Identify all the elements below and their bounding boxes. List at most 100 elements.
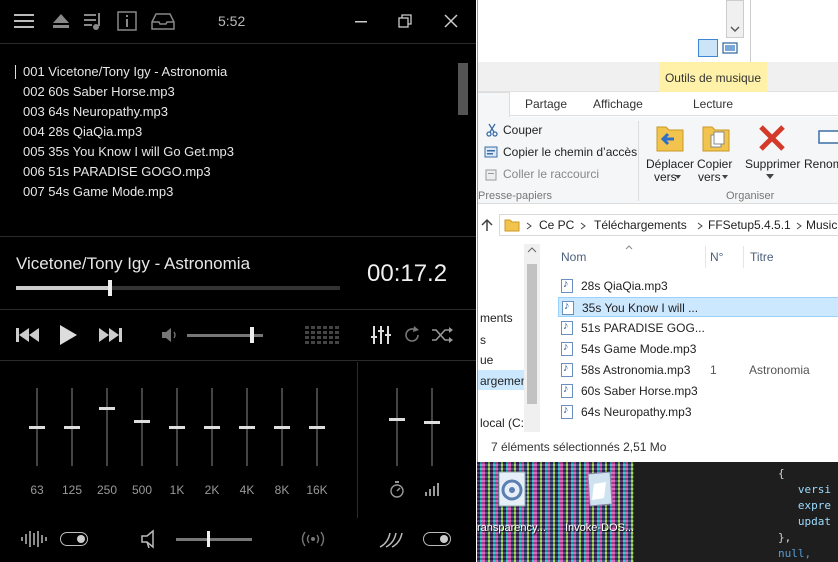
- speaker-icon[interactable]: [140, 529, 162, 549]
- tab-share[interactable]: Partage: [525, 97, 567, 111]
- eq-slider[interactable]: [307, 388, 327, 466]
- move-to-button-line2[interactable]: vers: [654, 170, 677, 184]
- restore-icon[interactable]: [394, 10, 416, 32]
- nav-item-local-disk[interactable]: local (C:: [480, 416, 524, 430]
- volume-icon[interactable]: [160, 326, 180, 344]
- chevron-right-icon[interactable]: [796, 222, 802, 230]
- playlist-item[interactable]: 006 51s PARADISE GOGO.mp3: [23, 164, 211, 179]
- eq-slider-thumb[interactable]: [99, 406, 115, 410]
- details-view-icon[interactable]: [698, 39, 718, 57]
- hamburger-menu-icon[interactable]: [13, 10, 35, 32]
- aux-slider[interactable]: [422, 388, 442, 466]
- eq-slider-thumb[interactable]: [134, 419, 150, 423]
- eq-slider[interactable]: [132, 388, 152, 466]
- file-row[interactable]: 54s Game Mode.mp3: [558, 339, 838, 359]
- aux-slider-thumb[interactable]: [389, 418, 405, 422]
- repeat-icon[interactable]: [402, 325, 422, 345]
- reverb-icon[interactable]: [378, 529, 408, 549]
- info-icon[interactable]: [116, 10, 138, 32]
- eq-slider[interactable]: [62, 388, 82, 466]
- copy-to-button-line2[interactable]: vers: [698, 170, 721, 184]
- breadcrumb-item[interactable]: Music: [806, 218, 837, 232]
- chevron-down-icon[interactable]: [675, 175, 681, 179]
- file-row[interactable]: 60s Saber Horse.mp3: [558, 381, 838, 401]
- breadcrumb-item[interactable]: FFSetup5.4.5.1: [708, 218, 791, 232]
- copy-path-button[interactable]: Copier le chemin d’accès: [503, 145, 637, 159]
- eq-slider-thumb[interactable]: [204, 426, 220, 429]
- copy-to-button[interactable]: Copier: [697, 157, 732, 171]
- address-bar[interactable]: Ce PC Téléchargements FFSetup5.4.5.1 Mus…: [499, 214, 838, 236]
- file-row[interactable]: 64s Neuropathy.mp3: [558, 402, 838, 422]
- shuffle-icon[interactable]: [431, 326, 453, 344]
- cut-button[interactable]: Couper: [503, 123, 542, 137]
- paste-shortcut-button[interactable]: Coller le raccourci: [503, 167, 599, 181]
- column-separator[interactable]: [743, 246, 744, 268]
- navigation-scrollbar[interactable]: [524, 244, 540, 432]
- waveform-icon[interactable]: [20, 530, 48, 548]
- timer-icon[interactable]: [388, 480, 406, 500]
- file-row[interactable]: 58s Astronomia.mp3 1 Astronomia: [558, 360, 838, 380]
- previous-track-icon[interactable]: [15, 326, 41, 344]
- eq-slider[interactable]: [167, 388, 187, 466]
- seek-bar-thumb[interactable]: [107, 280, 112, 296]
- nav-item[interactable]: ments: [480, 311, 513, 325]
- volume-slider[interactable]: [187, 327, 263, 343]
- chevron-down-icon[interactable]: [766, 174, 774, 180]
- top-scrollbar[interactable]: [726, 0, 744, 38]
- eq-slider-thumb[interactable]: [64, 426, 80, 429]
- nav-item[interactable]: s: [480, 333, 486, 347]
- chevron-right-icon[interactable]: [580, 222, 586, 230]
- tray-icon[interactable]: [150, 10, 176, 32]
- breadcrumb-item[interactable]: Ce PC: [539, 218, 574, 232]
- waveform-toggle[interactable]: [60, 532, 88, 546]
- balance-slider-thumb[interactable]: [206, 531, 210, 547]
- file-row[interactable]: 51s PARADISE GOG...: [558, 318, 838, 338]
- chevron-down-icon[interactable]: [727, 21, 743, 37]
- music-tools-context-tab[interactable]: Outils de musique: [659, 62, 767, 92]
- chevron-up-icon[interactable]: [527, 247, 537, 253]
- aux-slider-thumb[interactable]: [424, 421, 440, 425]
- playlist-item[interactable]: 007 54s Game Mode.mp3: [23, 184, 173, 199]
- column-title[interactable]: Titre: [750, 250, 774, 264]
- file-row[interactable]: 28s QiaQia.mp3: [558, 276, 838, 296]
- scrollbar-thumb[interactable]: [527, 264, 537, 404]
- script-file-icon[interactable]: [580, 470, 618, 510]
- rename-button[interactable]: Renom: [804, 157, 838, 171]
- playlist-scrollbar[interactable]: [458, 63, 468, 115]
- eq-slider-thumb[interactable]: [239, 426, 255, 429]
- reverb-toggle[interactable]: [423, 532, 451, 546]
- chevron-down-icon[interactable]: [722, 175, 728, 179]
- playlist-item[interactable]: 002 60s Saber Horse.mp3: [23, 84, 175, 99]
- eq-slider-thumb[interactable]: [29, 426, 45, 429]
- balance-slider[interactable]: [176, 531, 252, 547]
- eq-slider-thumb[interactable]: [169, 426, 185, 429]
- equalizer-icon[interactable]: [370, 324, 392, 346]
- large-icons-view-icon[interactable]: [721, 39, 739, 57]
- tab-playback[interactable]: Lecture: [693, 97, 733, 111]
- breadcrumb-item[interactable]: Téléchargements: [594, 218, 687, 232]
- seek-bar[interactable]: [16, 280, 340, 296]
- powershell-script-icon[interactable]: [493, 470, 531, 510]
- minimize-icon[interactable]: [350, 10, 372, 32]
- file-row[interactable]: 35s You Know I will ...: [558, 297, 838, 317]
- playlist-item[interactable]: 004 28s QiaQia.mp3: [23, 124, 142, 139]
- spectrum-grid-icon[interactable]: [305, 325, 341, 345]
- playlist-icon[interactable]: [82, 10, 104, 32]
- playlist-item[interactable]: 001 Vicetone/Tony Igy - Astronomia: [23, 64, 227, 79]
- signal-bars-icon[interactable]: [424, 482, 440, 496]
- nav-item[interactable]: ue: [480, 353, 493, 367]
- eq-slider[interactable]: [27, 388, 47, 466]
- volume-slider-thumb[interactable]: [250, 327, 255, 343]
- move-to-button[interactable]: Déplacer: [646, 157, 694, 171]
- column-separator[interactable]: [705, 246, 706, 268]
- surround-icon[interactable]: [300, 529, 326, 549]
- eq-slider[interactable]: [237, 388, 257, 466]
- play-icon[interactable]: [58, 324, 78, 346]
- playlist-item[interactable]: 005 35s You Know I will Go Get.mp3: [23, 144, 234, 159]
- eq-slider[interactable]: [272, 388, 292, 466]
- eq-slider[interactable]: [97, 388, 117, 466]
- close-icon[interactable]: [440, 10, 462, 32]
- aux-slider[interactable]: [387, 388, 407, 466]
- delete-button[interactable]: Supprimer: [745, 157, 800, 171]
- eq-slider-thumb[interactable]: [274, 426, 290, 429]
